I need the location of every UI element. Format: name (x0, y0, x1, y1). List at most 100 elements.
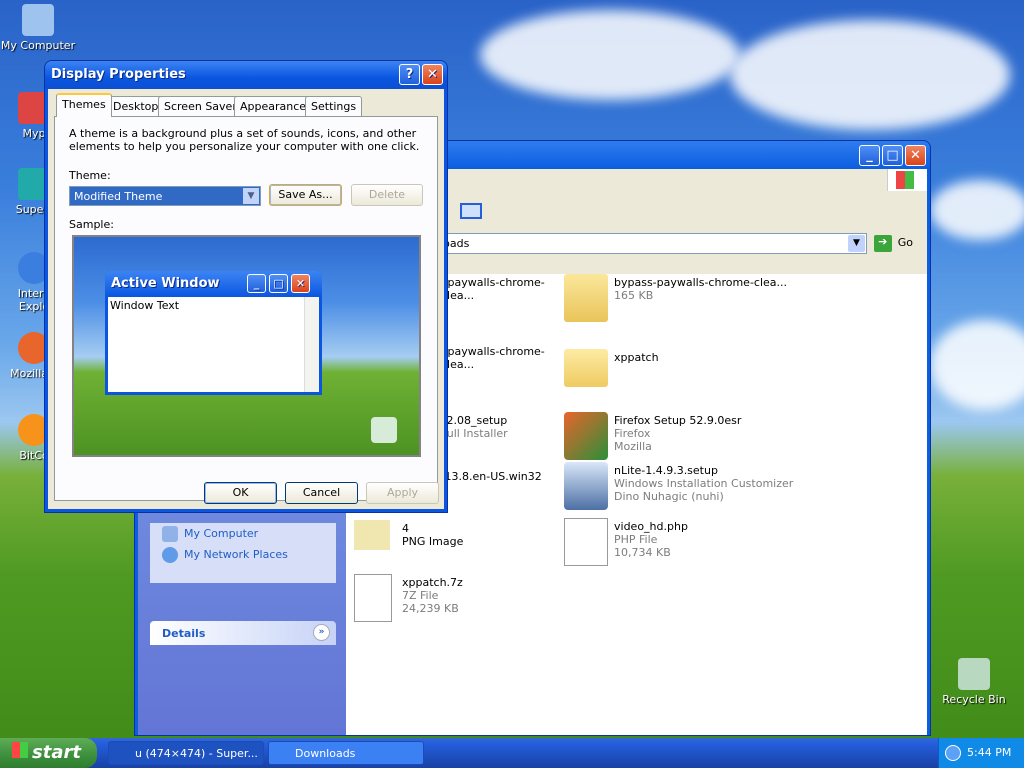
sample-window-title: Active Window (111, 276, 220, 291)
chevron-left-icon[interactable] (945, 745, 961, 761)
file-size: 10,734 KB (614, 546, 671, 559)
views-button[interactable] (460, 203, 494, 223)
cloud (730, 20, 1010, 130)
taskbar-button-superr[interactable]: u (474×474) - Super... (108, 741, 264, 765)
theme-description: A theme is a background plus a set of so… (69, 127, 420, 153)
file-type: Windows Installation Customizer (614, 477, 794, 490)
maximize-button[interactable]: □ (882, 145, 903, 166)
file-name: Firefox Setup 52.9.0esr (614, 414, 742, 427)
link-my-computer[interactable]: My Computer (150, 523, 336, 544)
file-item[interactable]: nLite-1.4.9.3.setup Windows Installation … (564, 462, 794, 518)
file-size: 165 KB (614, 289, 654, 302)
link-label: My Computer (184, 527, 259, 540)
go-button[interactable]: ➔ Go (873, 233, 913, 254)
windows-logo-icon (887, 169, 927, 191)
help-button[interactable]: ? (399, 64, 420, 85)
sample-titlebar: Active Window _ □ ✕ (105, 271, 322, 297)
windows-logo-icon (12, 742, 28, 758)
theme-label: Theme: (69, 169, 111, 182)
file-item[interactable]: xppatch (564, 343, 794, 399)
clock[interactable]: 5:44 PM (967, 746, 1011, 759)
file-vendor: Mozilla (614, 440, 652, 453)
minimize-button[interactable]: _ (859, 145, 880, 166)
7z-file-icon (354, 574, 392, 622)
go-arrow-icon: ➔ (873, 235, 892, 252)
php-file-icon (564, 518, 608, 566)
minimize-icon: _ (247, 274, 266, 293)
help-icon: ? (405, 67, 414, 82)
close-icon: ✕ (291, 274, 310, 293)
close-button[interactable]: ✕ (422, 64, 443, 85)
details-panel-header[interactable]: Details » (150, 621, 336, 645)
close-button[interactable]: ✕ (905, 145, 926, 166)
system-tray: 5:44 PM (938, 738, 1024, 768)
file-name: nLite-1.4.9.3.setup (614, 464, 718, 477)
delete-button[interactable]: Delete (351, 184, 423, 206)
taskbar-button-label: u (474×474) - Super... (135, 747, 258, 760)
tab-screen-saver[interactable]: Screen Saver (158, 96, 243, 116)
start-button[interactable]: start (0, 738, 97, 768)
file-name: xppatch (614, 351, 659, 364)
desktop-icon-recycle-bin[interactable]: Recycle Bin (934, 658, 1014, 706)
tab-appearance[interactable]: Appearance (234, 96, 313, 116)
file-item[interactable]: video_hd.php PHP File 10,734 KB (564, 518, 794, 574)
file-item[interactable]: bypass-paywalls-chrome-clea... 165 KB (564, 274, 794, 330)
png-image-icon (354, 520, 390, 550)
taskbar-button-label: Downloads (295, 747, 356, 760)
taskbar-button-downloads[interactable]: Downloads (268, 741, 424, 765)
desktop-icon-label: Myp (22, 127, 46, 140)
details-title: Details (162, 627, 206, 640)
sample-scrollbar (304, 297, 319, 392)
file-name: _2.08_setup (441, 414, 508, 427)
file-item[interactable]: xppatch.7z 7Z File 24,239 KB (354, 574, 584, 630)
cloud (930, 320, 1024, 410)
recycle-bin-icon (371, 417, 397, 443)
file-size: B (441, 483, 542, 496)
dialog-body: Themes Desktop Screen Saver Appearance S… (48, 89, 444, 509)
file-name: ypaywalls-chrome-clea... (441, 276, 545, 302)
sample-window-text: Window Text (110, 299, 180, 312)
file-item[interactable]: Firefox Setup 52.9.0esr Firefox Mozilla (564, 412, 794, 468)
theme-select-value: Modified Theme (74, 190, 163, 203)
file-type: 7Z File (402, 589, 439, 602)
computer-icon (22, 4, 54, 36)
folder-icon (564, 349, 608, 387)
file-type: Full Installer (441, 427, 508, 440)
display-properties-dialog: Display Properties ? ✕ Themes Desktop Sc… (44, 60, 448, 513)
chevron-down-icon[interactable]: ▼ (848, 235, 865, 252)
link-my-network-places[interactable]: My Network Places (150, 544, 336, 565)
apply-button[interactable]: Apply (366, 482, 439, 504)
file-name: bypass-paywalls-chrome-clea... (614, 276, 788, 289)
installer-icon (564, 462, 608, 510)
dialog-title: Display Properties (51, 67, 186, 82)
theme-select[interactable]: Modified Theme ▼ (69, 186, 261, 206)
file-name: .13.8.en-US.win32 (441, 470, 542, 483)
desktop-icon-label: My Computer (0, 39, 76, 52)
file-type: PNG Image (402, 535, 464, 548)
tab-themes[interactable]: Themes (56, 93, 112, 117)
taskbar: start u (474×474) - Super... Downloads 5… (0, 738, 1024, 768)
tab-settings[interactable]: Settings (305, 96, 363, 116)
cloud (930, 180, 1024, 240)
chevron-down-icon[interactable]: » (313, 624, 330, 641)
file-item[interactable]: 4 PNG Image (354, 520, 584, 576)
sample-window-body: Window Text (108, 297, 319, 392)
firefox-setup-icon (564, 412, 608, 460)
recycle-bin-icon (958, 658, 990, 690)
desktop-icon-my-computer[interactable]: My Computer (0, 4, 78, 52)
link-label: My Network Places (184, 548, 288, 561)
computer-icon (162, 526, 178, 542)
chevron-down-icon[interactable]: ▼ (243, 188, 259, 204)
go-label: Go (897, 236, 913, 249)
file-name: xppatch.7z (402, 576, 463, 589)
save-as-button[interactable]: Save As... (269, 184, 342, 206)
cancel-button[interactable]: Cancel (285, 482, 358, 504)
sample-label: Sample: (69, 218, 114, 231)
maximize-icon: □ (269, 274, 288, 293)
tab-desktop[interactable]: Desktop (107, 96, 165, 116)
file-name: ypaywalls-chrome-clea... (441, 345, 545, 371)
themes-panel: A theme is a background plus a set of so… (54, 116, 438, 501)
other-places-panel: My Computer My Network Places (150, 523, 336, 583)
ok-button[interactable]: OK (204, 482, 277, 504)
close-icon: ✕ (427, 67, 438, 82)
